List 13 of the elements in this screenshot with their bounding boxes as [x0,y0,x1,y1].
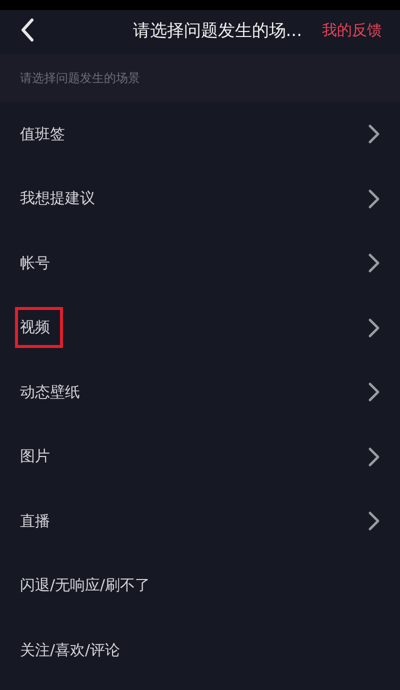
scene-item[interactable]: 我想提建议 [15,178,100,220]
scene-item[interactable]: 闪退/无响应/刷不了 [15,565,156,606]
scene-item[interactable]: 动态壁纸 [15,372,85,413]
back-icon[interactable] [20,18,34,42]
scene-item[interactable]: 值班签 [15,114,70,155]
scene-item[interactable]: 图片 [15,436,55,478]
scene-item[interactable]: 帐号 [15,242,55,284]
section-title: 请选择问题发生的场景 [20,70,140,86]
my-feedback-link[interactable]: 我的反馈 [322,20,382,40]
scene-item[interactable]: 直播 [15,500,55,542]
scene-item[interactable]: 关注/喜欢/评论 [15,630,126,671]
page-title: 请选择问题发生的场... [132,20,302,42]
scene-item[interactable]: 视频 [15,307,63,348]
